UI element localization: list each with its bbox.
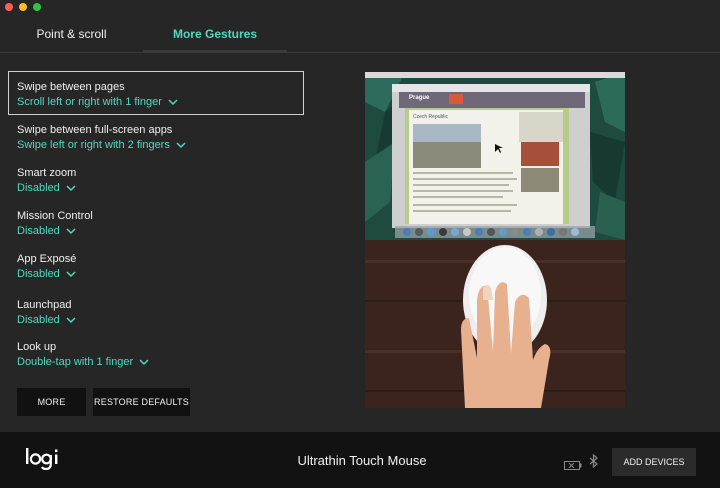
gesture-value-dropdown[interactable]: Disabled — [17, 313, 304, 327]
gesture-value-dropdown[interactable]: Swipe left or right with 2 fingers — [17, 138, 304, 152]
gesture-title: Mission Control — [17, 210, 93, 222]
gesture-title: Swipe between pages — [17, 81, 125, 93]
tab-point-and-scroll[interactable]: Point & scroll — [0, 14, 143, 52]
chevron-down-icon — [66, 226, 76, 236]
chevron-down-icon — [66, 269, 76, 279]
window-titlebar — [0, 0, 720, 14]
gesture-title: Swipe between full-screen apps — [17, 124, 173, 136]
gesture-launchpad[interactable]: Launchpad Disabled — [8, 289, 304, 333]
gesture-mission-control[interactable]: Mission Control Disabled — [8, 200, 304, 244]
gesture-value-dropdown[interactable]: Disabled — [17, 181, 304, 195]
hand-on-mouse-image — [365, 240, 625, 408]
gesture-value: Disabled — [17, 314, 60, 326]
logo-lettering — [26, 448, 58, 471]
gesture-swipe-full-screen-apps[interactable]: Swipe between full-screen apps Swipe lef… — [8, 114, 304, 158]
more-button[interactable]: MORE — [17, 388, 86, 416]
gesture-value: Scroll left or right with 1 finger — [17, 96, 162, 108]
bluetooth-icon — [589, 453, 599, 473]
gesture-look-up[interactable]: Look up Double-tap with 1 finger — [8, 331, 304, 375]
gesture-title: App Exposé — [17, 253, 77, 265]
gesture-value: Swipe left or right with 2 fingers — [17, 139, 170, 151]
gesture-value: Disabled — [17, 225, 60, 237]
chevron-down-icon — [176, 140, 186, 150]
gesture-swipe-between-pages[interactable]: Swipe between pages Scroll left or right… — [8, 71, 304, 115]
chevron-down-icon — [66, 315, 76, 325]
close-window-button[interactable] — [5, 3, 13, 11]
preview-screen: Prague Czech Republic — [365, 72, 625, 240]
preview-page-heading: Czech Republic — [413, 114, 449, 120]
battery-icon — [564, 457, 582, 475]
maximize-window-button[interactable] — [33, 3, 41, 11]
preview-page-header: Prague — [409, 95, 430, 101]
gesture-title: Smart zoom — [17, 167, 77, 179]
desktop-background — [365, 72, 625, 240]
gesture-value-dropdown[interactable]: Disabled — [17, 224, 304, 238]
tab-more-gestures[interactable]: More Gestures — [143, 14, 287, 52]
logi-logo: logi — [24, 446, 60, 475]
device-name: Ultrathin Touch Mouse — [297, 453, 427, 468]
chevron-down-icon — [66, 183, 76, 193]
gesture-value: Double-tap with 1 finger — [17, 356, 134, 368]
chevron-down-icon — [168, 97, 178, 107]
gesture-value-dropdown[interactable]: Disabled — [17, 267, 304, 281]
footer-bar: logi Ultrathin Touch Mouse ADD DEVICES — [0, 432, 720, 488]
tab-bar: Point & scroll More Gestures — [0, 14, 720, 53]
minimize-window-button[interactable] — [19, 3, 27, 11]
gesture-value-dropdown[interactable]: Double-tap with 1 finger — [17, 355, 304, 369]
gesture-value-dropdown[interactable]: Scroll left or right with 1 finger — [17, 95, 303, 109]
add-devices-button[interactable]: ADD DEVICES — [612, 448, 696, 476]
gesture-app-expose[interactable]: App Exposé Disabled — [8, 243, 304, 287]
gesture-title: Look up — [17, 341, 57, 353]
gesture-value: Disabled — [17, 182, 60, 194]
chevron-down-icon — [139, 357, 149, 367]
gesture-preview: Prague Czech Republic — [365, 72, 625, 408]
gesture-smart-zoom[interactable]: Smart zoom Disabled — [8, 157, 304, 201]
gesture-value: Disabled — [17, 268, 60, 280]
restore-defaults-button[interactable]: RESTORE DEFAULTS — [93, 388, 190, 416]
gesture-title: Launchpad — [17, 299, 72, 311]
preview-mouse-demo — [365, 240, 625, 408]
